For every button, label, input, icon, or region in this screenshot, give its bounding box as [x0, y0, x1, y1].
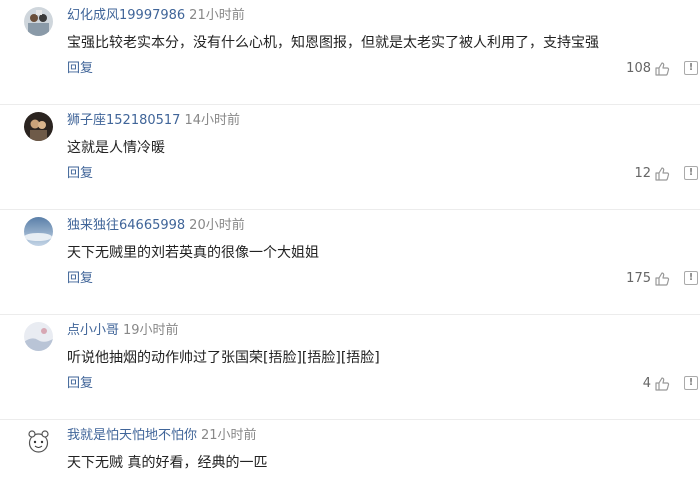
user-avatar[interactable]: [24, 7, 53, 36]
like-count: 175: [626, 271, 651, 286]
report-icon[interactable]: !: [684, 166, 698, 180]
comment-item: 点小小哥 19小时前 听说他抽烟的动作帅过了张国荣[捂脸][捂脸][捂脸] 回复 …: [0, 315, 700, 420]
timestamp: 20小时前: [189, 218, 245, 233]
username[interactable]: 点小小哥: [67, 323, 119, 338]
user-avatar[interactable]: [24, 112, 53, 141]
thumbs-up-icon: [654, 166, 670, 182]
thumbs-up-icon: [654, 271, 670, 287]
comment-text: 宝强比较老实本分，没有什么心机，知恩图报，但就是太老实了被人利用了，支持宝强: [67, 35, 599, 51]
comment-list: 幻化成风19997986 21小时前 宝强比较老实本分，没有什么心机，知恩图报，但…: [0, 0, 700, 482]
user-avatar[interactable]: [24, 322, 53, 351]
thumbs-up-icon: [654, 376, 670, 392]
report-icon[interactable]: !: [684, 271, 698, 285]
comment-meta: 狮子座152180517 14小时前: [67, 112, 240, 130]
report-icon[interactable]: !: [684, 61, 698, 75]
user-avatar[interactable]: [24, 427, 53, 456]
comment-item: 我就是怕天怕地不怕你 21小时前 天下无贼 真的好看，经典的一匹: [0, 420, 700, 482]
username[interactable]: 我就是怕天怕地不怕你: [67, 428, 197, 443]
timestamp: 21小时前: [189, 8, 245, 23]
comment-text: 天下无贼里的刘若英真的很像一个大姐姐: [67, 245, 319, 261]
comment-text: 这就是人情冷暖: [67, 140, 165, 156]
username[interactable]: 狮子座152180517: [67, 113, 180, 128]
comment-item: 幻化成风19997986 21小时前 宝强比较老实本分，没有什么心机，知恩图报，但…: [0, 0, 700, 105]
timestamp: 21小时前: [201, 428, 257, 443]
comment-meta: 独来独往64665998 20小时前: [67, 217, 245, 235]
username[interactable]: 独来独往64665998: [67, 218, 185, 233]
like-button[interactable]: 108: [626, 60, 670, 78]
comment-meta: 点小小哥 19小时前: [67, 322, 179, 340]
reply-button[interactable]: 回复: [67, 375, 93, 393]
like-count: 108: [626, 61, 651, 76]
thumbs-up-icon: [654, 61, 670, 77]
user-avatar[interactable]: [24, 217, 53, 246]
timestamp: 19小时前: [123, 323, 179, 338]
like-button[interactable]: 175: [626, 270, 670, 288]
comment-meta: 幻化成风19997986 21小时前: [67, 7, 245, 25]
comment-text: 天下无贼 真的好看，经典的一匹: [67, 455, 268, 471]
report-icon[interactable]: !: [684, 376, 698, 390]
comment-item: 狮子座152180517 14小时前 这就是人情冷暖 回复 12 !: [0, 105, 700, 210]
username[interactable]: 幻化成风19997986: [67, 8, 185, 23]
like-button[interactable]: 12: [634, 165, 670, 183]
comment-meta: 我就是怕天怕地不怕你 21小时前: [67, 427, 257, 445]
reply-button[interactable]: 回复: [67, 60, 93, 78]
comment-item: 独来独往64665998 20小时前 天下无贼里的刘若英真的很像一个大姐姐 回复 …: [0, 210, 700, 315]
timestamp: 14小时前: [184, 113, 240, 128]
reply-button[interactable]: 回复: [67, 270, 93, 288]
like-count: 4: [642, 376, 651, 391]
comment-text: 听说他抽烟的动作帅过了张国荣[捂脸][捂脸][捂脸]: [67, 350, 380, 366]
like-count: 12: [634, 166, 651, 181]
like-button[interactable]: 4: [643, 375, 670, 393]
reply-button[interactable]: 回复: [67, 165, 93, 183]
